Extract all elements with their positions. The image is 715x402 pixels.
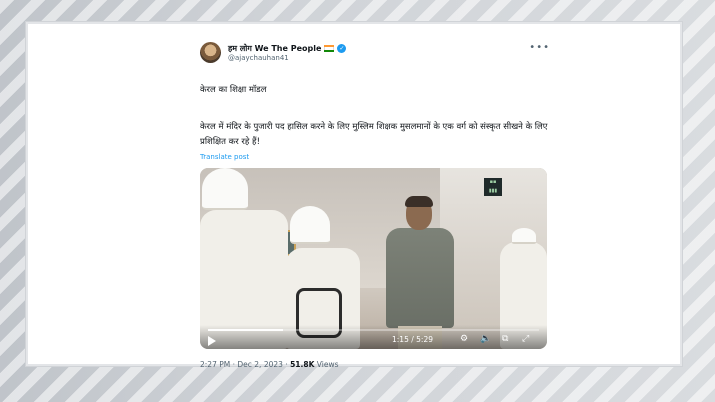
display-name[interactable]: हम लोग We The People [228,43,321,54]
play-icon[interactable] [208,336,216,346]
video-frame-cap-left [202,168,248,210]
channel-watermark-icon: ▪▪ ▮▮▮ [484,178,502,196]
india-flag-icon [324,45,335,52]
video-player[interactable]: ▪▪ ▮▮▮ 1:15 / 5:29 ⚙ 🔈 ⧉ ⤢ [200,168,547,349]
tweet-header: हम लोग We The People ✓ @ajaychauhan41 ••… [200,40,550,66]
video-current-time: 1:15 [392,335,409,344]
video-duration: 5:29 [416,335,433,344]
translate-post-link[interactable]: Translate post [200,153,249,161]
video-progress-bar[interactable] [208,329,539,331]
verified-badge-icon: ✓ [337,44,347,53]
video-progress-fill [208,329,284,331]
video-frame-cap-right [512,228,536,244]
tweet-meta: 2:27 PM · Dec 2, 2023 · 51.8K Views [200,360,339,369]
views-count: 51.8K [290,360,315,369]
screenshot-frame: हम लोग We The People ✓ @ajaychauhan41 ••… [26,22,682,369]
volume-icon[interactable]: 🔈 [480,334,491,344]
avatar[interactable] [200,42,221,63]
video-controls: 1:15 / 5:29 ⚙ 🔈 ⧉ ⤢ [200,325,547,349]
author-name-row[interactable]: हम लोग We The People ✓ [228,43,347,54]
video-frame-cap-center [290,206,330,244]
fullscreen-icon[interactable]: ⤢ [522,334,529,344]
video-time: 1:15 / 5:29 [392,335,433,344]
more-dots-icon[interactable]: ••• [529,42,550,53]
author-handle[interactable]: @ajaychauhan41 [228,54,289,62]
settings-icon[interactable]: ⚙ [460,334,468,344]
views-label: Views [314,360,339,369]
pip-icon[interactable]: ⧉ [502,334,508,344]
meta-separator-2: · [282,360,291,369]
tweet-text-line1: केरल का शिक्षा मॉडल [200,85,267,95]
tweet-date[interactable]: Dec 2, 2023 [237,360,283,369]
tweet-time[interactable]: 2:27 PM [200,360,230,369]
tweet-text-body: केरल में मंदिर के पुजारी पद हासिल करने क… [200,122,548,147]
